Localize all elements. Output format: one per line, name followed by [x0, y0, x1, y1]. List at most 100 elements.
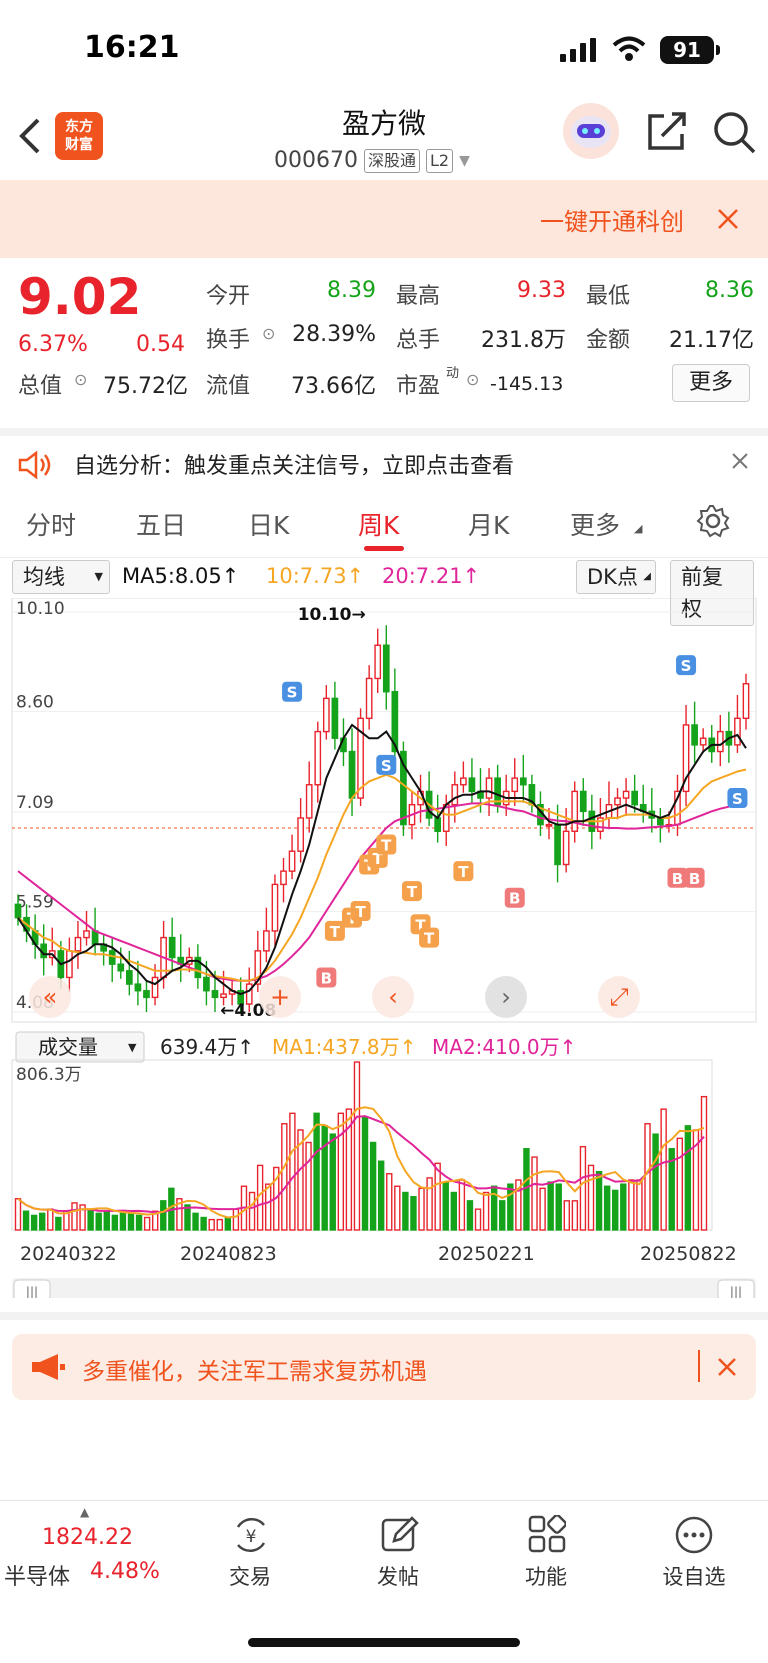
watchlist-label: 设自选 — [662, 1565, 726, 1589]
tab-intraday[interactable]: 分时 — [26, 506, 76, 542]
promo-text[interactable]: 多重催化，关注军工需求复苏机遇 — [82, 1352, 427, 1386]
y-tick-label: 10.10 — [16, 599, 65, 619]
y-tick-label: 8.60 — [16, 693, 54, 713]
analysis-notice[interactable]: 自选分析：触发重点关注信号，立即点击查看 — [0, 428, 768, 488]
volume-label: 总手 — [396, 328, 441, 353]
signal-marker-label: B — [509, 890, 520, 908]
amount-value: 21.17亿 — [669, 328, 754, 353]
candle-up — [263, 930, 270, 952]
volume-bar-down — [377, 1160, 385, 1231]
close-icon[interactable] — [716, 207, 740, 231]
robot-assistant-icon[interactable] — [562, 102, 620, 160]
grip-icon: ||| — [26, 1285, 38, 1298]
candle-up — [365, 677, 373, 720]
last-price: 9.02 — [18, 268, 142, 326]
info-icon[interactable]: ⊙ — [74, 370, 87, 389]
chevron-down-icon: ▼ — [128, 1041, 137, 1054]
plus-icon-glyph: + — [270, 983, 290, 1011]
candle-down — [91, 930, 99, 945]
tab-five-day[interactable]: 五日 — [136, 506, 186, 542]
tab-weekly-k[interactable]: 周K — [358, 506, 399, 542]
kline-chart[interactable]: 10.108.607.095.594.0810.10→←4.08SSSSBBBB… — [0, 597, 768, 1302]
info-icon[interactable]: ⊙ — [262, 324, 275, 343]
trade-button[interactable]: ¥ 交易 — [200, 1501, 300, 1621]
volume-bar-down — [603, 1185, 611, 1231]
grip-icon: ||| — [730, 1285, 742, 1298]
volume-bar-up — [458, 1179, 466, 1231]
gear-icon[interactable] — [696, 504, 730, 538]
kline-chart-area[interactable]: 10.108.607.095.594.0810.10→←4.08SSSSBBBB… — [0, 597, 768, 1302]
volume-latest: 639.4万↑ — [160, 1035, 254, 1059]
corner-arrow-icon: ◢ — [634, 522, 643, 535]
turnover-label: 换手 — [206, 328, 251, 353]
signal-marker-label: T — [458, 863, 469, 881]
chevron-right-icon-glyph: › — [501, 983, 511, 1011]
pe-value: -145.13 — [490, 373, 564, 395]
high-label: 最高 — [396, 284, 441, 309]
stock-code-row[interactable]: 000670 深股通 L2 ▼ — [274, 148, 470, 173]
candle-up — [562, 830, 570, 866]
ma10-label: 10:7.73↑ — [266, 564, 365, 588]
x-axis-date-label: 20240823 — [180, 1243, 277, 1265]
volume-bar-up — [248, 1191, 256, 1231]
share-icon[interactable] — [646, 110, 688, 152]
candle-down — [434, 817, 442, 832]
volume-bar-down — [224, 1216, 232, 1231]
pe-sup: 动 — [446, 366, 460, 381]
volume-bar-up — [474, 1208, 482, 1231]
stock-code: 000670 — [274, 148, 358, 173]
candle-down — [331, 697, 339, 739]
promo-box[interactable]: 多重催化，关注军工需求复苏机遇 — [12, 1334, 756, 1400]
close-icon[interactable] — [731, 452, 749, 470]
volume-bar-down — [55, 1216, 62, 1231]
max-price-label: 10.10→ — [298, 605, 366, 625]
volume-bar-down — [127, 1212, 135, 1231]
sector-pct: 4.48% — [90, 1559, 160, 1584]
candle-down — [519, 777, 527, 786]
volume-bar-up — [289, 1112, 296, 1231]
promo-banner[interactable]: 一键开通科创 — [0, 180, 768, 258]
function-button[interactable]: 功能 — [496, 1501, 596, 1621]
bottom-toolbar: ▲ 1824.22 半导体 4.48% ¥ 交易 发帖 功能 设自选 — [0, 1500, 768, 1663]
volume-bar-down — [361, 1116, 369, 1231]
volume-bar-down — [313, 1112, 320, 1231]
notice-text[interactable]: 自选分析：触发重点关注信号，立即点击查看 — [74, 448, 514, 480]
volume-bar-down — [595, 1170, 603, 1231]
close-icon[interactable] — [716, 1356, 738, 1378]
volume-bar-up — [208, 1218, 215, 1231]
volume-bar-down — [329, 1133, 336, 1231]
volume-bar-down — [135, 1214, 143, 1231]
volume-bar-up — [660, 1108, 667, 1231]
tag-l2: L2 — [426, 148, 454, 173]
volume-bar-down — [103, 1210, 110, 1231]
search-icon[interactable] — [712, 110, 756, 154]
candle-down — [554, 823, 561, 866]
pe-label: 市盈 — [396, 374, 441, 399]
tab-daily-k[interactable]: 日K — [248, 506, 289, 542]
candle-up — [451, 784, 459, 806]
dk-point-button[interactable]: DK点 ◢ — [576, 560, 656, 594]
trade-yen-icon: ¥ — [236, 1518, 266, 1552]
volume-bar-down — [547, 1181, 554, 1231]
banner-text[interactable]: 一键开通科创 — [540, 202, 690, 237]
indicator-select[interactable]: 均线 ▼ — [12, 560, 110, 594]
info-icon[interactable]: ⊙ — [466, 370, 479, 389]
candle-up — [716, 730, 724, 753]
volume-bar-up — [418, 1187, 425, 1231]
tab-monthly-k[interactable]: 月K — [468, 506, 509, 542]
volume-bar-up — [264, 1183, 272, 1231]
tag-connect: 深股通 — [363, 148, 420, 173]
add-watchlist-button[interactable]: 设自选 — [644, 1501, 744, 1621]
volume-bar-down — [612, 1189, 619, 1231]
more-button[interactable]: 更多 — [672, 364, 750, 402]
candle-up — [305, 784, 313, 819]
sector-index-value: 1824.22 — [42, 1525, 133, 1550]
volume-select-label: 成交量 — [38, 1035, 98, 1059]
y-tick-label: 7.09 — [16, 793, 54, 813]
sector-index[interactable]: ▲ 1824.22 半导体 4.48% — [0, 1501, 176, 1621]
post-button[interactable]: 发帖 — [348, 1501, 448, 1621]
more-dots-icon — [675, 1516, 713, 1554]
tab-more[interactable]: 更多 — [570, 506, 620, 542]
chart-scrollbar-track[interactable] — [12, 1278, 756, 1302]
sector-name: 半导体 — [4, 1565, 71, 1590]
